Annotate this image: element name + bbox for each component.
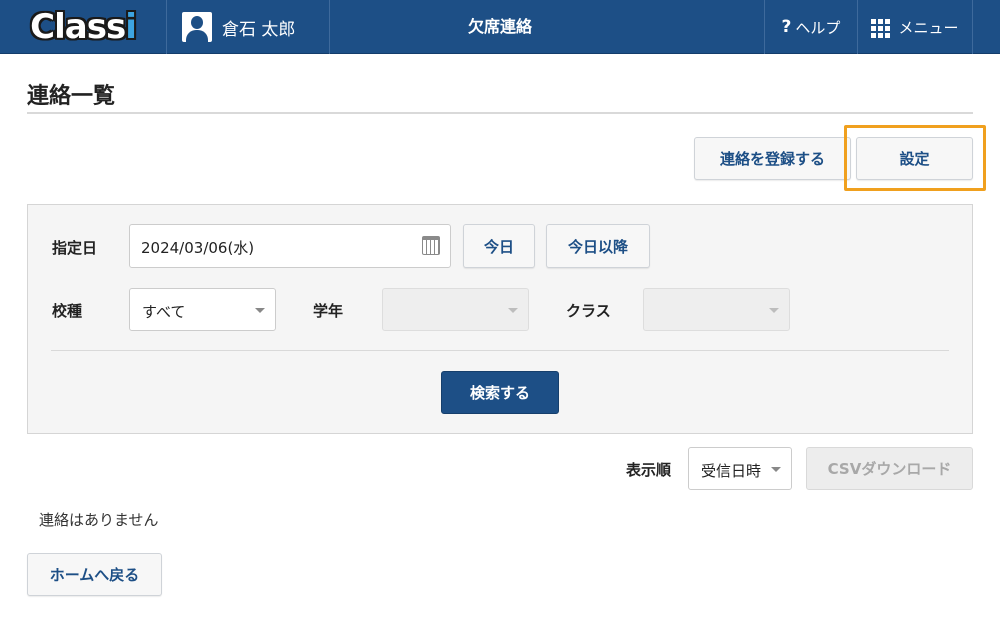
chevron-down-icon <box>769 308 779 313</box>
classi-logo[interactable]: Classi <box>0 0 167 54</box>
school-type-value: すべて <box>142 303 186 321</box>
class-label: クラス <box>566 302 611 320</box>
search-button[interactable]: 検索する <box>441 371 559 414</box>
grade-select[interactable] <box>382 288 529 331</box>
header-page-title: 欠席連絡 <box>467 17 532 36</box>
user-name: 倉石 太郎 <box>222 19 296 40</box>
sort-value: 受信日時 <box>701 462 762 480</box>
date-label: 指定日 <box>52 239 98 257</box>
title-divider <box>27 112 973 114</box>
after-today-button[interactable]: 今日以降 <box>546 224 650 268</box>
grid-menu-icon <box>871 18 891 38</box>
csv-download-button[interactable]: CSVダウンロード <box>806 447 973 490</box>
avatar-icon <box>182 12 212 42</box>
settings-highlight-frame <box>844 125 986 191</box>
sort-label: 表示順 <box>626 461 672 479</box>
chevron-down-icon <box>255 308 265 313</box>
school-type-label: 校種 <box>52 302 83 320</box>
empty-message: 連絡はありません <box>39 511 159 529</box>
school-type-select[interactable]: すべて <box>129 288 276 331</box>
today-button[interactable]: 今日 <box>463 224 535 268</box>
class-select[interactable] <box>643 288 790 331</box>
user-profile[interactable]: 倉石 太郎 <box>168 0 330 54</box>
date-value: 2024/03/06(水) <box>141 239 255 257</box>
page-title: 連絡一覧 <box>27 84 116 109</box>
date-input[interactable]: 2024/03/06(水) <box>129 224 451 268</box>
sort-select[interactable]: 受信日時 <box>688 447 792 490</box>
chevron-down-icon <box>508 308 518 313</box>
panel-divider <box>51 350 949 351</box>
register-contact-button[interactable]: 連絡を登録する <box>694 137 851 180</box>
grade-label: 学年 <box>313 302 344 320</box>
menu-label: メニュー <box>898 18 959 37</box>
logo-text: Classi <box>30 7 137 47</box>
help-label: ヘルプ <box>795 18 841 37</box>
app-header: Classi 倉石 太郎 欠席連絡 ? ヘルプ メニュー <box>0 0 1000 54</box>
chevron-down-icon <box>771 467 781 472</box>
help-button[interactable]: ? ヘルプ <box>764 0 857 54</box>
help-icon: ? <box>781 17 792 37</box>
back-home-button[interactable]: ホームへ戻る <box>27 553 162 596</box>
calendar-icon[interactable] <box>422 236 440 255</box>
menu-button[interactable]: メニュー <box>857 0 973 54</box>
